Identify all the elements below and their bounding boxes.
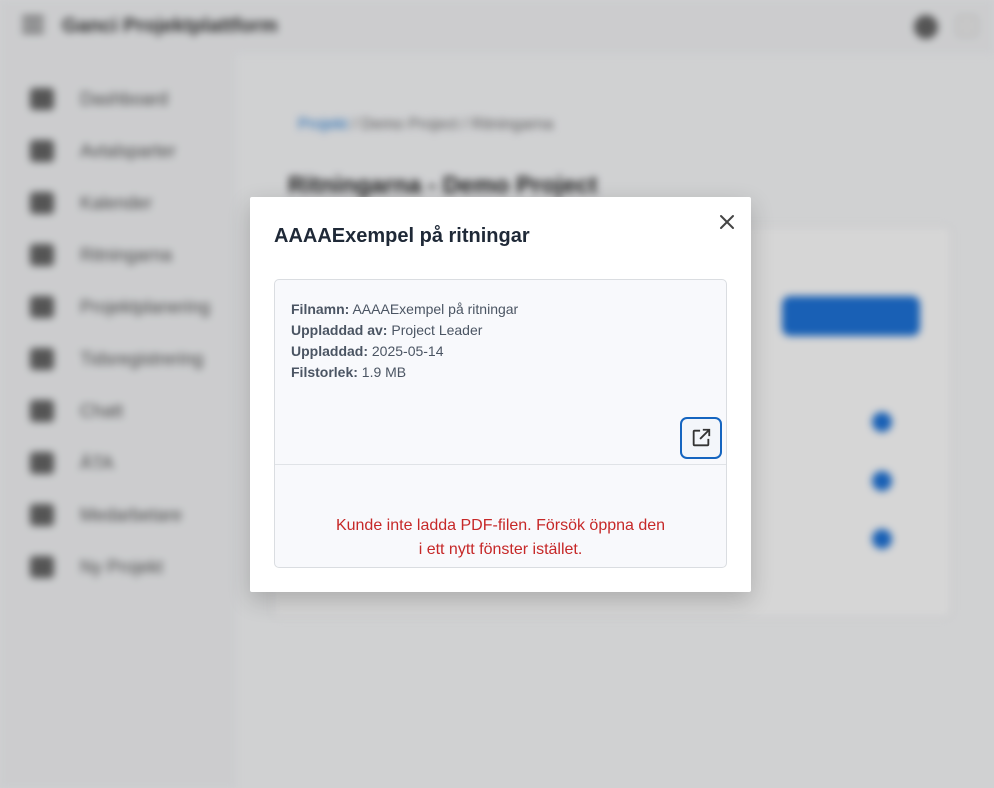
meta-uploaded: Uppladdad: 2025-05-14: [291, 341, 518, 362]
meta-filename: Filnamn: AAAAExempel på ritningar: [291, 299, 518, 320]
error-line-2: i ett nytt fönster istället.: [418, 541, 583, 558]
meta-value: 2025-05-14: [371, 343, 444, 359]
pdf-load-error: Kunde inte ladda PDF-filen. Försök öppna…: [275, 514, 726, 562]
viewer-divider: [275, 464, 726, 465]
close-icon: [720, 215, 734, 229]
dialog-title: AAAAExempel på ritningar: [274, 225, 530, 247]
meta-value: AAAAExempel på ritningar: [352, 301, 519, 317]
meta-uploaded-by: Uppladdad av: Project Leader: [291, 320, 518, 341]
meta-value: 1.9 MB: [361, 364, 407, 380]
open-in-new-icon: [692, 428, 711, 447]
open-in-new-window-button[interactable]: [680, 417, 722, 459]
error-line-1: Kunde inte ladda PDF-filen. Försök öppna…: [335, 517, 666, 534]
file-metadata: Filnamn: AAAAExempel på ritningar Upplad…: [291, 299, 518, 383]
close-button[interactable]: [714, 209, 740, 235]
meta-value: Project Leader: [391, 322, 483, 338]
pdf-viewer: Filnamn: AAAAExempel på ritningar Upplad…: [274, 279, 727, 568]
drawing-preview-dialog: AAAAExempel på ritningar Filnamn: AAAAEx…: [250, 197, 751, 592]
meta-key: Filstorlek:: [291, 364, 358, 380]
meta-key: Uppladdad av:: [291, 322, 388, 338]
meta-key: Filnamn:: [291, 301, 350, 317]
meta-filesize: Filstorlek: 1.9 MB: [291, 362, 518, 383]
meta-key: Uppladdad:: [291, 343, 368, 359]
